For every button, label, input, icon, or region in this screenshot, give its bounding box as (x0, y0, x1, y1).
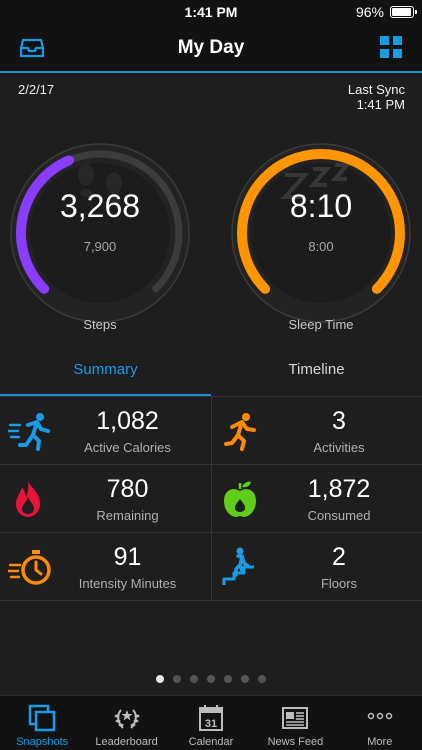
snapshots-icon (28, 704, 56, 737)
flame-icon (8, 479, 48, 519)
sleep-value: 8:10 (289, 188, 353, 224)
tile-value: 1,082 (96, 407, 159, 435)
tabbar-label: News Feed (267, 736, 324, 748)
battery-icon (390, 6, 417, 18)
page-dot[interactable] (224, 675, 232, 683)
stats-grid: 1,082 Active Calories 3 Activities 780 R… (0, 396, 422, 601)
tile-label: Remaining (96, 508, 159, 523)
tile-value: 780 (106, 475, 149, 503)
steps-goal: 7,900 (83, 239, 117, 254)
tile-consumed[interactable]: 1,872 Consumed (211, 465, 422, 533)
tile-label: Intensity Minutes (78, 576, 177, 591)
tile-value: 3 (332, 407, 346, 435)
tile-label: Floors (320, 576, 358, 591)
laurel-icon (113, 704, 141, 737)
page-dot[interactable] (190, 675, 198, 683)
tab-timeline[interactable]: Timeline (211, 356, 422, 396)
tile-floors[interactable]: 2 Floors (211, 533, 422, 601)
page-dot[interactable] (173, 675, 181, 683)
apple-icon (220, 479, 260, 519)
nav-bar: My Day (0, 24, 422, 72)
page-dot[interactable] (258, 675, 266, 683)
date-label: 2/2/17 (18, 82, 55, 97)
tile-intensity-minutes[interactable]: 91 Intensity Minutes (0, 533, 211, 601)
tabbar-snapshots[interactable]: Snapshots (0, 696, 84, 750)
page-dot[interactable] (156, 675, 164, 683)
status-bar: 1:41 PM 96% (0, 0, 422, 24)
steps-gauge[interactable]: 3,268 7,900 (6, 139, 194, 327)
tabbar-label: More (367, 736, 393, 748)
tab-summary[interactable]: Summary (0, 356, 211, 396)
steps-value: 3,268 (59, 188, 141, 224)
stopwatch-icon (6, 547, 51, 587)
calendar-icon: 31 (198, 704, 224, 737)
grid-icon[interactable] (380, 36, 402, 63)
sleep-label: Sleep Time (288, 317, 354, 332)
tabbar-label: Calendar (188, 736, 234, 748)
view-tabs: Summary Timeline (0, 356, 422, 396)
battery-percent: 96% (355, 4, 384, 20)
tabbar-more[interactable]: More (338, 696, 422, 750)
page-dot[interactable] (241, 675, 249, 683)
tabbar-label: Snapshots (16, 736, 69, 748)
more-icon (366, 704, 394, 737)
tabbar-leaderboard[interactable]: Leaderboard (84, 696, 168, 750)
tile-remaining[interactable]: 780 Remaining (0, 465, 211, 533)
tile-label: Activities (313, 440, 365, 455)
newspaper-icon (281, 704, 309, 737)
stairs-icon (220, 547, 260, 587)
tile-activities[interactable]: 3 Activities (211, 397, 422, 465)
tile-value: 1,872 (307, 475, 371, 503)
last-sync-time: 1:41 PM (356, 97, 405, 112)
running-fast-icon (6, 411, 50, 451)
tabbar-calendar[interactable]: 31 Calendar (169, 696, 253, 750)
last-sync-label: Last Sync (347, 82, 405, 97)
last-sync: Last Sync 1:41 PM (348, 82, 405, 112)
runner-icon (220, 411, 260, 451)
page-title: My Day (177, 37, 245, 58)
page-dot[interactable] (207, 675, 215, 683)
tile-value: 91 (113, 543, 142, 571)
sleep-gauge[interactable]: 8:10 8:00 (227, 139, 415, 327)
tile-active-calories[interactable]: 1,082 Active Calories (0, 397, 211, 465)
calendar-day: 31 (205, 718, 217, 730)
tabbar-label: Leaderboard (95, 736, 158, 748)
tile-label: Active Calories (84, 440, 171, 455)
tile-label: Consumed (307, 508, 371, 523)
sleep-goal: 8:00 (308, 239, 334, 254)
page-indicator[interactable] (0, 670, 422, 688)
steps-label: Steps (83, 317, 117, 332)
tile-value: 2 (332, 543, 346, 571)
bottom-tab-bar: Snapshots Leaderboard 31 Calendar News F… (0, 695, 422, 750)
main-content: 2/2/17 Last Sync 1:41 PM 3,268 7,900 Ste… (0, 73, 422, 695)
tabbar-news-feed[interactable]: News Feed (253, 696, 337, 750)
